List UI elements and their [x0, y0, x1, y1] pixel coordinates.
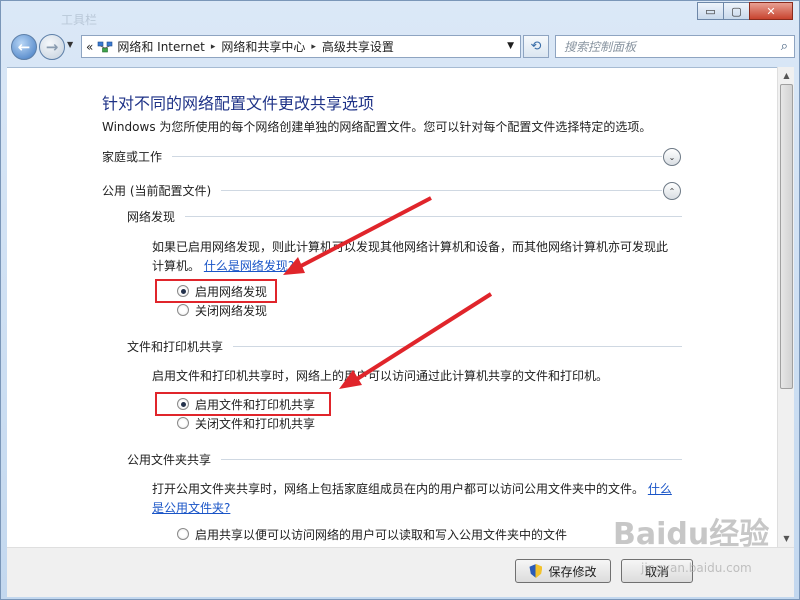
arrow-head-icon [339, 370, 362, 389]
baidu-watermark: Baidu经验 [613, 517, 770, 552]
baidu-watermark-url: jingyan.baidu.com [641, 561, 752, 575]
uac-shield-icon [529, 564, 543, 578]
annotation-arrow [298, 196, 432, 269]
save-changes-button[interactable]: 保存修改 [515, 559, 611, 583]
scrollbar-thumb[interactable] [780, 84, 793, 389]
scroll-up-icon[interactable]: ▲ [778, 67, 795, 84]
arrow-head-icon [283, 257, 305, 275]
control-panel-window: 工具栏 ▭ ▢ ✕ ← → ▼ « 网络和 Internet ▸ 网络和共享中心… [0, 0, 800, 600]
save-label: 保存修改 [548, 564, 597, 579]
scroll-down-icon[interactable]: ▼ [778, 530, 795, 547]
vertical-scrollbar[interactable]: ▲ ▼ [777, 67, 794, 547]
annotation-arrow [355, 292, 493, 381]
